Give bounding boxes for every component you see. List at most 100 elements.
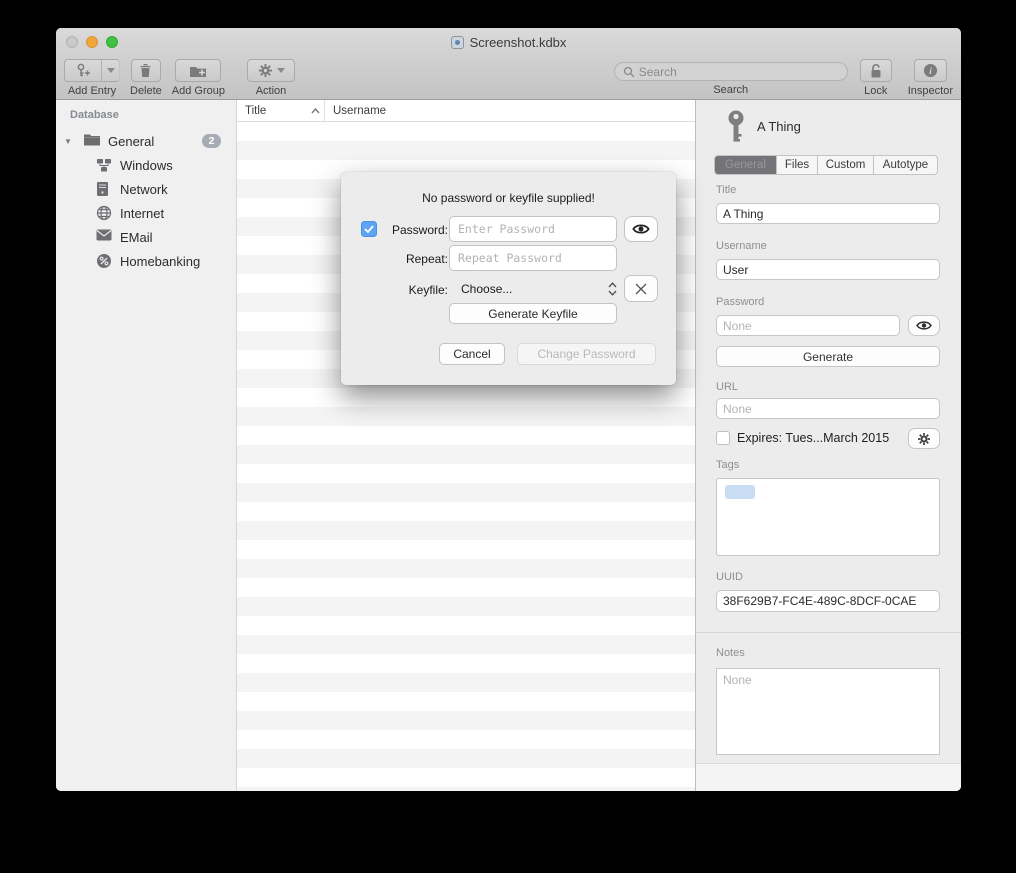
traffic-lights xyxy=(66,36,118,48)
inspector-footer xyxy=(696,763,961,791)
generate-password-button[interactable]: Generate xyxy=(716,346,940,367)
table-row[interactable] xyxy=(237,502,695,521)
table-row[interactable] xyxy=(237,616,695,635)
table-row[interactable] xyxy=(237,597,695,616)
table-row[interactable] xyxy=(237,711,695,730)
table-row[interactable] xyxy=(237,559,695,578)
globe-icon xyxy=(96,205,112,221)
dialog-show-password-button[interactable] xyxy=(624,216,658,242)
sidebar-item-network[interactable]: Network xyxy=(56,177,236,201)
table-row[interactable] xyxy=(237,673,695,692)
add-entry-dropdown-arrow-icon[interactable] xyxy=(101,60,119,81)
tag-chip[interactable] xyxy=(725,485,755,499)
clear-keyfile-button[interactable] xyxy=(624,275,658,302)
sidebar-item-windows[interactable]: Windows xyxy=(56,153,236,177)
lock-button[interactable] xyxy=(860,59,892,82)
tab-files[interactable]: Files xyxy=(777,156,818,174)
table-row[interactable] xyxy=(237,464,695,483)
column-header-username[interactable]: Username xyxy=(325,100,386,121)
dialog-repeat-label: Repeat: xyxy=(361,252,448,266)
close-button[interactable] xyxy=(66,36,78,48)
inspector-button[interactable]: i xyxy=(914,59,947,82)
table-row[interactable] xyxy=(237,654,695,673)
app-window: Screenshot.kdbx Add Entry xyxy=(56,28,961,791)
title-input[interactable] xyxy=(716,203,940,224)
sidebar-item-email[interactable]: EMail xyxy=(56,225,236,249)
stepper-icon xyxy=(608,282,617,296)
tab-autotype[interactable]: Autotype xyxy=(874,156,937,174)
expires-settings-button[interactable] xyxy=(908,428,940,449)
info-icon: i xyxy=(923,63,938,78)
table-row[interactable] xyxy=(237,787,695,791)
table-row[interactable] xyxy=(237,483,695,502)
add-group-label: Add Group xyxy=(172,85,225,97)
sidebar-item-internet[interactable]: Internet xyxy=(56,201,236,225)
server-icon xyxy=(96,181,112,197)
inspector-panel: A Thing General Files Custom Autotype Ti… xyxy=(695,100,961,791)
change-password-button[interactable]: Change Password xyxy=(517,343,656,365)
key-icon xyxy=(726,110,746,146)
dialog-repeat-input[interactable] xyxy=(449,245,617,271)
table-row[interactable] xyxy=(237,635,695,654)
document-proxy-icon[interactable] xyxy=(451,36,464,49)
zoom-button[interactable] xyxy=(106,36,118,48)
sidebar-item-homebanking[interactable]: Homebanking xyxy=(56,249,236,273)
eye-icon xyxy=(632,223,650,235)
sidebar-item-label: Internet xyxy=(120,206,164,221)
add-group-button[interactable] xyxy=(175,59,221,82)
tab-general[interactable]: General xyxy=(715,156,777,174)
column-header-title[interactable]: Title xyxy=(237,100,325,121)
table-row[interactable] xyxy=(237,445,695,464)
title-field-label: Title xyxy=(716,184,736,196)
keyfile-popup-value: Choose... xyxy=(461,282,512,296)
password-input[interactable] xyxy=(716,315,900,336)
table-row[interactable] xyxy=(237,521,695,540)
key-plus-icon[interactable] xyxy=(65,60,101,81)
sidebar-item-label: EMail xyxy=(120,230,153,245)
table-header: Title Username xyxy=(237,100,695,122)
add-entry-button[interactable] xyxy=(64,59,120,82)
table-row[interactable] xyxy=(237,578,695,597)
folder-plus-icon xyxy=(189,64,207,78)
table-row[interactable] xyxy=(237,407,695,426)
title-bar[interactable]: Screenshot.kdbx xyxy=(56,28,961,56)
url-input[interactable] xyxy=(716,398,940,419)
search-field[interactable]: Search xyxy=(614,62,848,81)
action-button[interactable] xyxy=(247,59,295,82)
keyfile-popup[interactable]: Choose... xyxy=(449,275,617,302)
table-row[interactable] xyxy=(237,730,695,749)
window-title: Screenshot.kdbx xyxy=(470,35,567,50)
table-row[interactable] xyxy=(237,388,695,407)
table-row[interactable] xyxy=(237,122,695,141)
eye-icon xyxy=(916,320,932,331)
close-x-icon xyxy=(635,283,647,295)
disclosure-triangle-icon[interactable]: ▼ xyxy=(64,137,74,146)
gear-icon xyxy=(917,432,931,446)
uuid-input[interactable] xyxy=(716,590,940,612)
gear-icon xyxy=(258,63,273,78)
cancel-button[interactable]: Cancel xyxy=(439,343,505,365)
add-entry-label: Add Entry xyxy=(68,85,116,97)
dialog-password-input[interactable] xyxy=(449,216,617,242)
table-row[interactable] xyxy=(237,692,695,711)
search-placeholder: Search xyxy=(639,65,677,79)
expires-checkbox[interactable] xyxy=(716,431,730,445)
table-row[interactable] xyxy=(237,426,695,445)
sort-ascending-icon xyxy=(311,108,320,114)
table-row[interactable] xyxy=(237,141,695,160)
table-row[interactable] xyxy=(237,540,695,559)
show-password-button[interactable] xyxy=(908,315,940,336)
notes-field-label: Notes xyxy=(716,647,745,659)
sidebar-item-general[interactable]: ▼ General 2 xyxy=(56,129,236,153)
table-row[interactable] xyxy=(237,749,695,768)
minimize-button[interactable] xyxy=(86,36,98,48)
tab-custom[interactable]: Custom xyxy=(818,156,874,174)
table-row[interactable] xyxy=(237,768,695,787)
search-label: Search xyxy=(713,84,748,96)
generate-keyfile-button[interactable]: Generate Keyfile xyxy=(449,303,617,324)
uuid-field-label: UUID xyxy=(716,571,743,583)
username-input[interactable] xyxy=(716,259,940,280)
tags-box[interactable] xyxy=(716,478,940,556)
delete-button[interactable] xyxy=(131,59,161,82)
notes-textarea[interactable] xyxy=(716,668,940,755)
